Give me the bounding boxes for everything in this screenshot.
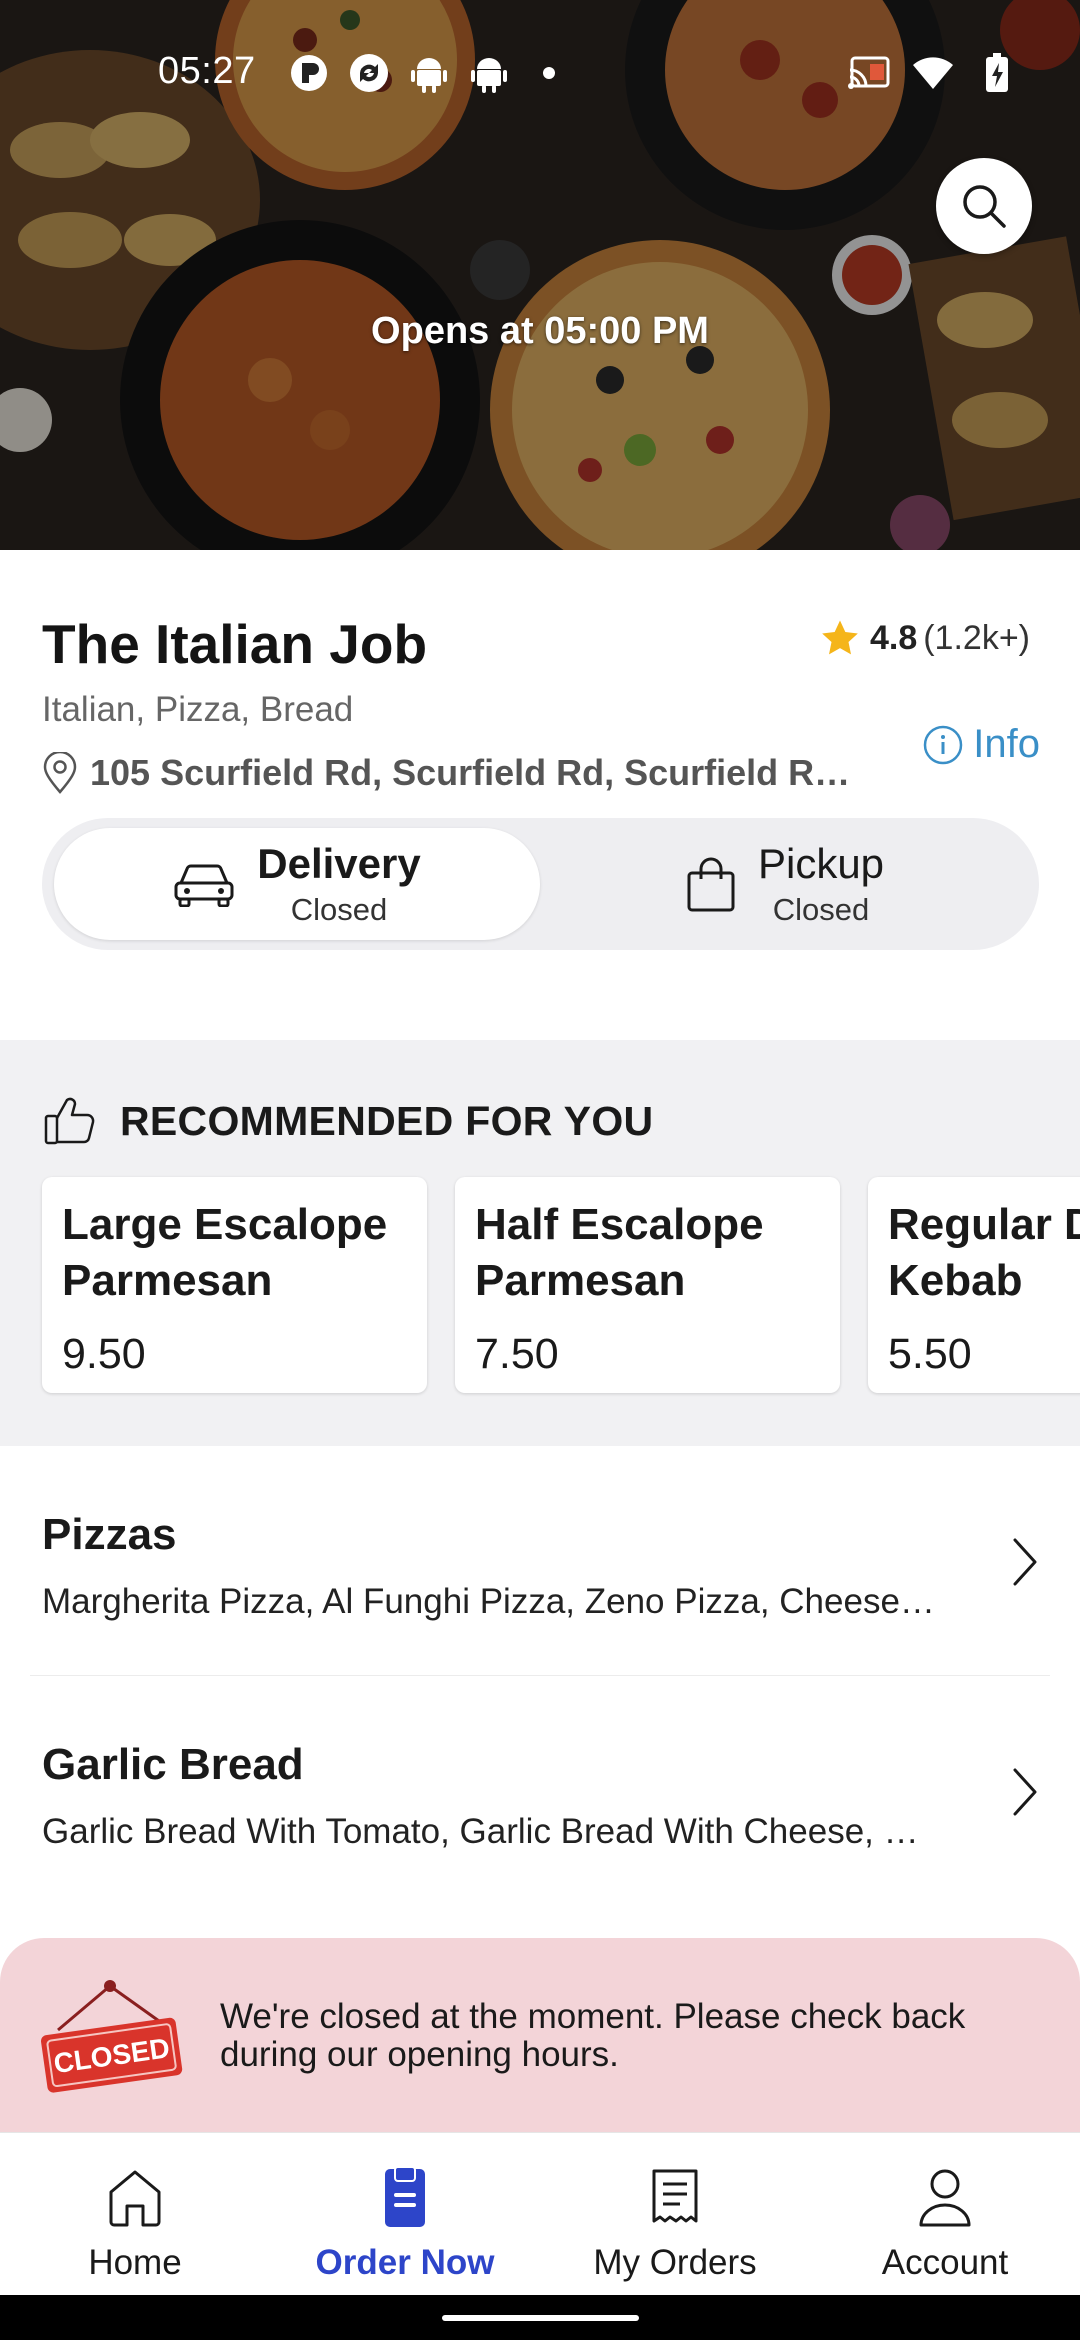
recommended-header: RECOMMENDED FOR YOU xyxy=(44,1096,653,1146)
closed-message: We're closed at the moment. Please check… xyxy=(220,1997,966,2074)
recommended-item-card[interactable]: Large Escalope Parmesan 9.50 xyxy=(42,1177,427,1393)
rating: 4.8 (1.2k+) xyxy=(820,618,1030,658)
rating-value: 4.8 xyxy=(869,618,918,657)
recommended-cards: Large Escalope Parmesan 9.50 Half Escalo… xyxy=(42,1177,1080,1393)
cast-icon xyxy=(848,52,890,94)
location-pin-icon xyxy=(43,752,77,794)
home-icon xyxy=(109,2170,161,2227)
closed-sign-icon: CLOSED xyxy=(40,1980,183,2093)
recommended-item-card[interactable]: Half Escalope Parmesan 7.50 xyxy=(455,1177,840,1393)
opening-time-text: Opens at 05:00 PM xyxy=(371,310,709,352)
nav-my-orders[interactable]: My Orders xyxy=(540,2133,810,2296)
category-title: Pizzas xyxy=(42,1510,177,1559)
delivery-option[interactable]: Delivery Closed xyxy=(54,828,540,940)
order-icon xyxy=(385,2167,425,2227)
status-right-icons xyxy=(848,52,1018,94)
delivery-status: Closed xyxy=(290,892,388,927)
bag-icon xyxy=(687,857,735,912)
search-button[interactable] xyxy=(936,158,1032,254)
nav-home-label: Home xyxy=(88,2243,182,2282)
battery-charging-icon xyxy=(976,52,1018,94)
address-text: 105 Scurfield Rd, Scurfield Rd, Scurfiel… xyxy=(90,752,870,793)
status-time: 05:27 xyxy=(158,50,256,92)
receipt-icon xyxy=(652,2169,698,2223)
recommended-item-card[interactable]: Regular Doner Kebab 5.50 xyxy=(868,1177,1080,1393)
android-icon xyxy=(408,52,450,94)
address: 105 Scurfield Rd, Scurfield Rd, Scurfiel… xyxy=(42,752,872,794)
delivery-label: Delivery xyxy=(257,840,421,887)
nav-account-label: Account xyxy=(881,2243,1009,2282)
sync-icon xyxy=(348,52,390,94)
info-label: Info xyxy=(973,722,1040,766)
star-icon xyxy=(822,620,858,655)
order-mode-toggle: Delivery Closed Pickup Closed xyxy=(42,818,1039,950)
restaurant-info: The Italian Job 4.8 (1.2k+) Italian, Piz… xyxy=(0,550,1080,1040)
nav-order-now-label: Order Now xyxy=(315,2243,495,2282)
status-bar: 05:27 xyxy=(0,0,1080,150)
closed-banner: CLOSED We're closed at the moment. Pleas… xyxy=(0,1938,1080,2138)
android-icon xyxy=(468,52,510,94)
hero-banner: 05:27 Opens at 05:00 PM xyxy=(0,0,1080,550)
dot-icon xyxy=(528,52,570,94)
cuisine-list: Italian, Pizza, Bread xyxy=(42,690,354,729)
recommended-title: RECOMMENDED FOR YOU xyxy=(120,1097,654,1144)
nav-account[interactable]: Account xyxy=(810,2133,1080,2296)
search-icon xyxy=(963,185,1006,228)
bottom-navigation: Home Order Now My Orders Account xyxy=(0,2132,1080,2295)
recommended-item-price: 5.50 xyxy=(888,1330,972,1378)
category-row-garlic-bread[interactable]: Garlic Bread Garlic Bread With Tomato, G… xyxy=(0,1676,1080,1906)
pickup-label: Pickup xyxy=(757,840,885,887)
home-gesture-handle[interactable] xyxy=(442,2315,639,2321)
category-items: Margherita Pizza, Al Funghi Pizza, Zeno … xyxy=(42,1582,942,1621)
nav-order-now[interactable]: Order Now xyxy=(270,2133,540,2296)
recommended-item-name: Regular Doner Kebab xyxy=(888,1200,1080,1305)
recommended-item-name: Half Escalope Parmesan xyxy=(475,1200,764,1305)
recommended-section: RECOMMENDED FOR YOU Large Escalope Parme… xyxy=(0,1040,1080,1446)
recommended-item-price: 9.50 xyxy=(62,1330,146,1378)
chevron-right-icon xyxy=(1013,1768,1037,1816)
wifi-icon xyxy=(912,52,954,94)
pickup-status: Closed xyxy=(772,892,870,927)
rating-count: (1.2k+) xyxy=(923,618,1030,657)
recommended-item-name: Large Escalope Parmesan xyxy=(62,1200,388,1305)
person-icon xyxy=(919,2169,971,2227)
thumbs-up-icon xyxy=(44,1097,95,1145)
nav-home[interactable]: Home xyxy=(0,2133,270,2296)
category-items: Garlic Bread With Tomato, Garlic Bread W… xyxy=(42,1812,942,1851)
category-row-pizzas[interactable]: Pizzas Margherita Pizza, Al Funghi Pizza… xyxy=(0,1446,1080,1676)
pickup-option[interactable]: Pickup Closed xyxy=(542,828,1028,940)
gesture-navigation-bar xyxy=(0,2295,1080,2340)
category-title: Garlic Bread xyxy=(42,1740,304,1789)
nav-my-orders-label: My Orders xyxy=(593,2243,757,2282)
info-link[interactable]: Info xyxy=(923,722,1040,767)
restaurant-name: The Italian Job xyxy=(42,613,428,675)
app-notification-icon xyxy=(288,52,330,94)
chevron-right-icon xyxy=(1013,1538,1037,1586)
recommended-item-price: 7.50 xyxy=(475,1330,559,1378)
info-icon xyxy=(924,725,963,764)
car-icon xyxy=(174,864,234,907)
status-left-icons xyxy=(288,52,570,94)
